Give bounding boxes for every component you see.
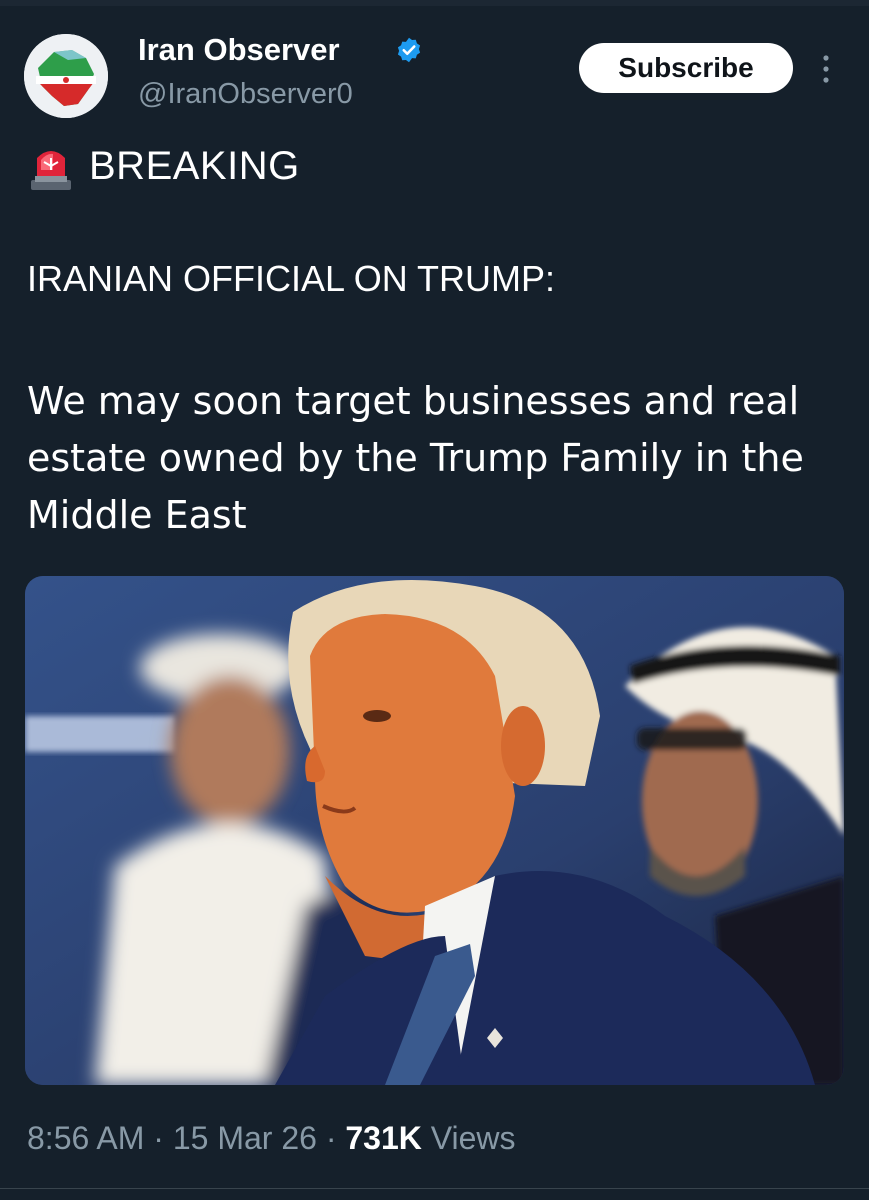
tweet-media-image[interactable] <box>25 576 844 1085</box>
views-label: Views <box>430 1120 516 1156</box>
tweet-date[interactable]: 15 Mar 26 <box>173 1120 317 1156</box>
top-divider <box>0 0 869 6</box>
verified-badge-icon <box>397 37 421 63</box>
avatar-map-icon <box>24 34 108 118</box>
breaking-line: BREAKING <box>27 140 300 192</box>
tweet-headline: IRANIAN OFFICIAL ON TRUMP: <box>27 258 556 299</box>
author-handle[interactable]: @IranObserver0 <box>138 78 353 111</box>
tweet-meta: 8:56 AM · 15 Mar 26 · 731K Views <box>27 1120 516 1157</box>
police-light-emoji-icon <box>31 151 71 190</box>
photo-illustration <box>25 576 844 1085</box>
tweet-time[interactable]: 8:56 AM <box>27 1120 144 1156</box>
author-name[interactable]: Iran Observer <box>138 32 340 68</box>
views-count: 731K <box>345 1120 422 1156</box>
breaking-label: BREAKING <box>89 143 300 188</box>
meta-separator: · <box>153 1120 164 1156</box>
more-vertical-icon[interactable] <box>814 52 838 86</box>
subscribe-button[interactable]: Subscribe <box>579 43 793 93</box>
meta-separator: · <box>325 1120 337 1156</box>
author-avatar[interactable] <box>24 34 108 118</box>
bottom-divider <box>0 1188 869 1189</box>
tweet-body: We may soon target businesses and real e… <box>27 379 804 537</box>
tweet-page: Iran Observer @IranObserver0 Subscribe B… <box>0 0 869 1200</box>
